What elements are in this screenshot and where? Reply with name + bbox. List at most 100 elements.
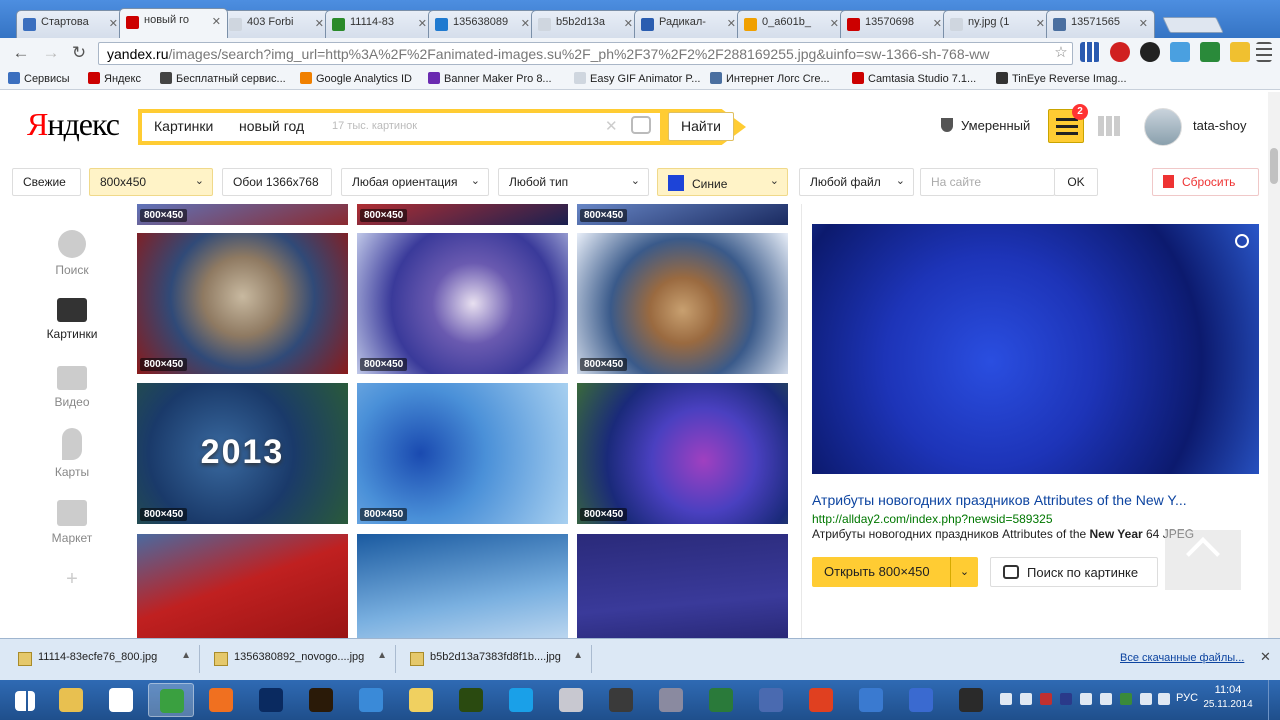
extension-eye-icon[interactable] — [1140, 42, 1160, 62]
extension-adblock-icon[interactable] — [1110, 42, 1130, 62]
tab-close-icon[interactable]: ✕ — [830, 17, 839, 30]
bookmark-item[interactable]: TinEye Reverse Imag... — [996, 72, 1127, 85]
chevron-down-icon[interactable]: ▲ — [181, 650, 191, 661]
tab-close-icon[interactable]: ✕ — [624, 17, 633, 30]
show-desktop-button[interactable] — [1268, 680, 1280, 720]
search-by-image-button[interactable]: Поиск по картинке — [990, 557, 1158, 587]
taskbar-app-photoshop[interactable] — [248, 683, 294, 717]
tab-close-icon[interactable]: ✕ — [521, 17, 530, 30]
filter-size-dropdown[interactable]: 800x450 ⌄ — [89, 168, 213, 196]
browser-tab[interactable]: 11114-83 ✕ — [325, 10, 434, 38]
browser-tab[interactable]: 0_a601b_ ✕ — [737, 10, 846, 38]
chrome-menu-icon[interactable] — [1256, 42, 1272, 62]
filter-file-dropdown[interactable]: Любой файл ⌄ — [799, 168, 914, 196]
image-result-thumbnail[interactable]: 800×450 — [577, 233, 788, 374]
browser-tab[interactable]: 13570698 ✕ — [840, 10, 949, 38]
image-result-thumbnail[interactable]: 800×450 — [577, 383, 788, 524]
search-button[interactable]: Найти — [668, 112, 734, 141]
taskbar-app-skype[interactable] — [498, 683, 544, 717]
image-result-thumbnail[interactable] — [137, 534, 348, 638]
taskbar-app-character[interactable] — [598, 683, 644, 717]
tab-close-icon[interactable]: ✕ — [109, 17, 118, 30]
tray-signal-icon[interactable] — [1140, 693, 1152, 705]
filter-fresh-button[interactable]: Свежие — [12, 168, 81, 196]
tab-close-icon[interactable]: ✕ — [315, 17, 324, 30]
site-filter-ok-button[interactable]: OK — [1054, 168, 1098, 196]
taskbar-app-excel[interactable] — [698, 683, 744, 717]
open-image-button[interactable]: Открыть 800×450 ⌄ — [812, 557, 978, 587]
filter-color-dropdown[interactable]: Синие ⌄ — [657, 168, 788, 196]
bookmark-item[interactable]: Google Analytics ID — [300, 72, 412, 85]
scrollbar-thumb[interactable] — [1270, 148, 1278, 184]
sidebar-item-video[interactable]: Видео — [36, 366, 108, 409]
bookmark-star-icon[interactable]: ☆ — [1050, 42, 1072, 64]
taskbar-app-explorer[interactable] — [48, 683, 94, 717]
yandex-logo[interactable]: Яндекс — [27, 106, 120, 143]
page-scrollbar[interactable] — [1268, 92, 1280, 638]
taskbar-app-chrome[interactable] — [148, 683, 194, 717]
bookmark-item[interactable]: Camtasia Studio 7.1... — [852, 72, 976, 85]
browser-tab[interactable]: 13571565 ✕ — [1046, 10, 1155, 38]
address-bar[interactable]: yandex.ru/images/search?img_url=http%3A%… — [98, 42, 1073, 65]
tray-ru-icon[interactable] — [1060, 693, 1072, 705]
download-item[interactable]: 1356380892_novogo....jpg ▲ — [206, 645, 396, 673]
tab-close-icon[interactable]: ✕ — [418, 17, 427, 30]
safe-search-toggle[interactable]: Умеренный — [941, 118, 1030, 133]
tab-close-icon[interactable]: ✕ — [212, 15, 221, 28]
tab-close-icon[interactable]: ✕ — [1036, 17, 1045, 30]
filter-wallpaper-button[interactable]: Обои 1366x768 — [222, 168, 332, 196]
taskbar-app-paint[interactable] — [548, 683, 594, 717]
image-result-thumbnail[interactable]: 800×450 — [577, 204, 788, 225]
image-result-thumbnail[interactable]: 800×450 — [357, 233, 568, 374]
new-tab-button[interactable] — [1162, 17, 1224, 33]
filter-orientation-dropdown[interactable]: Любая ориентация ⌄ — [341, 168, 489, 196]
taskbar-app-network[interactable] — [898, 683, 944, 717]
image-result-thumbnail[interactable]: 2013 800×450 — [137, 383, 348, 524]
bookmark-item[interactable]: Бесплатный сервис... — [160, 72, 286, 85]
browser-tab[interactable]: ny.jpg (1 ✕ — [943, 10, 1052, 38]
start-button[interactable] — [2, 683, 48, 717]
bookmark-item[interactable]: Сервисы — [8, 72, 70, 85]
close-icon[interactable]: ✕ — [1260, 649, 1271, 665]
tray-speaker-icon[interactable] — [1158, 693, 1170, 705]
taskbar-app-recorder[interactable] — [798, 683, 844, 717]
bookmark-item[interactable]: Easy GIF Animator P... — [574, 72, 700, 85]
image-result-thumbnail[interactable]: 800×450 — [357, 204, 568, 225]
browser-tab[interactable]: 403 Forbi ✕ — [222, 10, 331, 38]
taskbar-app-notepad[interactable] — [848, 683, 894, 717]
taskbar-app-internet-explorer[interactable] — [348, 683, 394, 717]
preview-source-url[interactable]: http://allday2.com/index.php?newsid=5893… — [812, 512, 1053, 526]
tray-volume-icon[interactable] — [1020, 693, 1032, 705]
reset-filters-button[interactable]: Сбросить — [1152, 168, 1259, 196]
reload-icon[interactable]: ↻ — [68, 42, 90, 64]
all-downloads-link[interactable]: Все скачанные файлы... — [1120, 652, 1244, 664]
taskbar-app-pen[interactable] — [948, 683, 994, 717]
forward-icon[interactable]: → — [40, 42, 62, 64]
taskbar-app-document[interactable] — [748, 683, 794, 717]
clock-date[interactable]: 25.11.2014 — [1200, 699, 1256, 710]
sidebar-item-maps[interactable]: Карты — [36, 428, 108, 479]
taskbar-app-muse[interactable] — [298, 683, 344, 717]
preview-title-link[interactable]: Атрибуты новогодних праздников Attribute… — [812, 492, 1222, 508]
tab-close-icon[interactable]: ✕ — [933, 17, 942, 30]
tray-flag-icon[interactable] — [1100, 693, 1112, 705]
download-item[interactable]: 11114-83ecfe76_800.jpg ▲ — [10, 645, 200, 673]
services-grid-icon[interactable] — [1098, 116, 1122, 136]
taskbar-app-hp[interactable] — [98, 683, 144, 717]
clear-search-icon[interactable]: ✕ — [605, 117, 618, 135]
browser-tab[interactable]: Радикал- ✕ — [634, 10, 743, 38]
tray-network-icon[interactable] — [1080, 693, 1092, 705]
tab-close-icon[interactable]: ✕ — [1139, 17, 1148, 30]
bookmark-item[interactable]: Banner Maker Pro 8... — [428, 72, 552, 85]
back-icon[interactable]: ← — [10, 42, 32, 64]
extension-folder-icon[interactable] — [1230, 42, 1250, 62]
add-service-button[interactable]: + — [36, 568, 108, 591]
browser-tab[interactable]: Стартова ✕ — [16, 10, 125, 38]
chevron-down-icon[interactable]: ▲ — [573, 650, 583, 661]
username[interactable]: tata-shoy — [1193, 118, 1246, 133]
extension-screenshot-icon[interactable] — [1170, 42, 1190, 62]
chevron-down-icon[interactable]: ⌄ — [950, 557, 978, 587]
image-result-thumbnail[interactable] — [357, 534, 568, 638]
taskbar-app-dreamweaver[interactable] — [448, 683, 494, 717]
image-result-thumbnail[interactable] — [577, 534, 788, 638]
